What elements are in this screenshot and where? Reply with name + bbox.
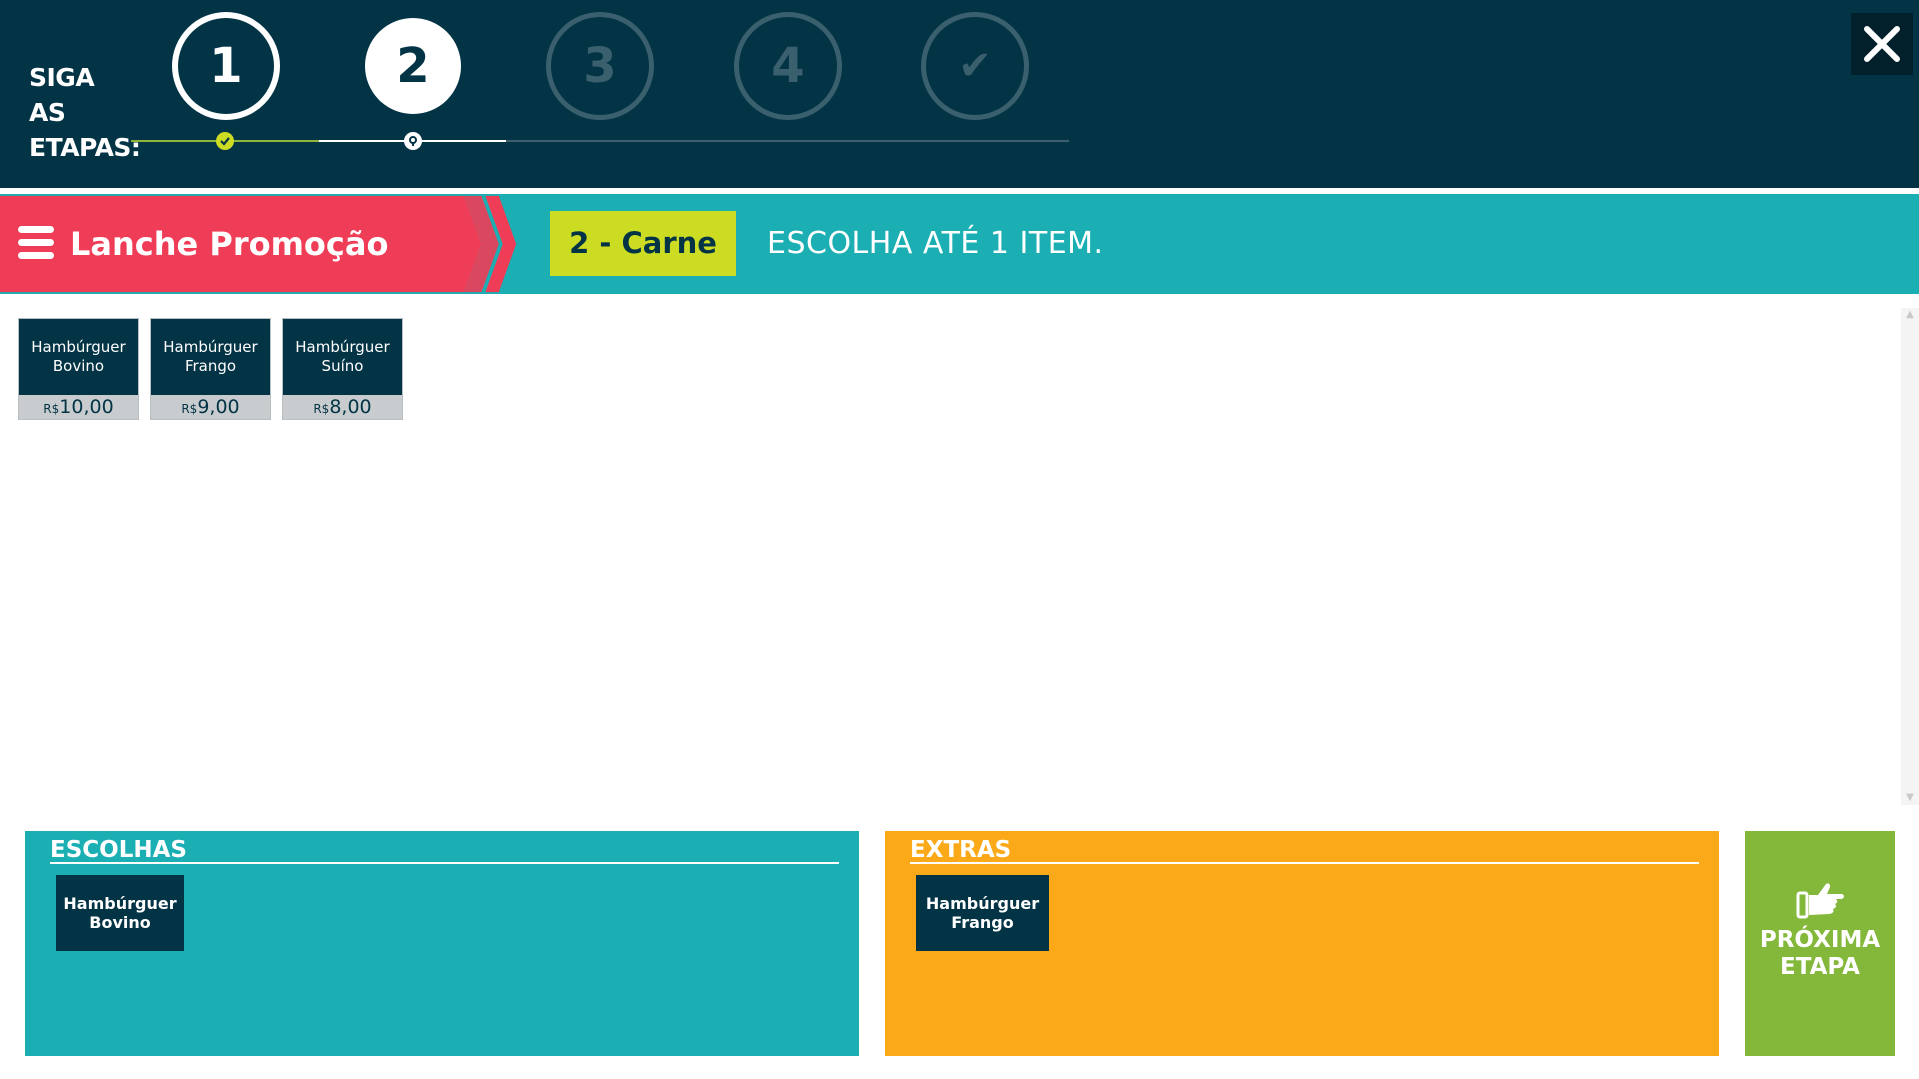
stepper-label: SIGA AS ETAPAS: [29, 63, 141, 162]
choices-divider [50, 862, 839, 864]
next-step-label: PRÓXIMA ETAPA [1759, 927, 1881, 980]
step-done-check-icon [216, 132, 234, 150]
currency-symbol: R$ [43, 402, 60, 416]
product-grid: Hambúrguer Bovino R$10,00 Hambúrguer Fra… [0, 300, 1900, 805]
close-button[interactable] [1851, 13, 1913, 75]
current-location-pin-icon [404, 132, 422, 150]
scroll-up-icon[interactable]: ▲ [1901, 308, 1919, 322]
product-card[interactable]: Hambúrguer Frango R$9,00 [150, 318, 271, 420]
current-step-label: 2 - Carne [550, 211, 736, 276]
product-name: Hambúrguer Bovino [31, 338, 126, 375]
product-card[interactable]: Hambúrguer Bovino R$10,00 [18, 318, 139, 420]
step-2-number: 2 [396, 38, 430, 94]
scroll-down-icon[interactable]: ▼ [1901, 791, 1919, 805]
step-3[interactable]: 3 [546, 12, 654, 120]
progress-track-remaining [506, 140, 1069, 142]
step-1[interactable]: 1 [172, 12, 280, 120]
product-price: R$10,00 [19, 395, 138, 419]
next-step-button[interactable]: PRÓXIMA ETAPA [1745, 831, 1895, 1056]
product-card[interactable]: Hambúrguer Suíno R$8,00 [282, 318, 403, 420]
menu-icon[interactable] [18, 226, 54, 260]
extras-divider [910, 862, 1699, 864]
product-name: Hambúrguer Frango [163, 338, 258, 375]
category-title: Lanche Promoção [70, 225, 389, 263]
extras-panel: EXTRAS Hambúrguer Frango [885, 831, 1719, 1056]
product-scrollbar[interactable]: ▲ ▼ [1901, 308, 1919, 805]
step-finish[interactable]: ✔ [921, 12, 1029, 120]
price-value: 8,00 [329, 396, 372, 418]
stepper-header: SIGA AS ETAPAS: 1 2 3 4 ✔ [0, 0, 1919, 188]
product-price: R$8,00 [283, 395, 402, 419]
step-2[interactable]: 2 [365, 18, 461, 114]
pointing-hand-icon [1796, 883, 1844, 919]
step-finish-check-icon: ✔ [958, 43, 992, 89]
step-4-number: 4 [771, 38, 805, 94]
choices-title: ESCOLHAS [50, 837, 187, 863]
category-bar: Lanche Promoção 2 - Carne ESCOLHA ATÉ 1 … [0, 194, 1919, 294]
close-icon [1864, 26, 1900, 62]
extra-item[interactable]: Hambúrguer Frango [916, 875, 1049, 951]
currency-symbol: R$ [313, 402, 330, 416]
price-value: 10,00 [59, 396, 114, 418]
choices-panel: ESCOLHAS Hambúrguer Bovino [25, 831, 859, 1056]
price-value: 9,00 [197, 396, 240, 418]
product-name: Hambúrguer Suíno [295, 338, 390, 375]
currency-symbol: R$ [181, 402, 198, 416]
product-price: R$9,00 [151, 395, 270, 419]
step-instruction: ESCOLHA ATÉ 1 ITEM. [767, 226, 1104, 261]
step-4[interactable]: 4 [734, 12, 842, 120]
step-1-number: 1 [209, 38, 243, 94]
chosen-item[interactable]: Hambúrguer Bovino [56, 875, 184, 951]
step-3-number: 3 [583, 38, 617, 94]
extras-title: EXTRAS [910, 837, 1012, 863]
